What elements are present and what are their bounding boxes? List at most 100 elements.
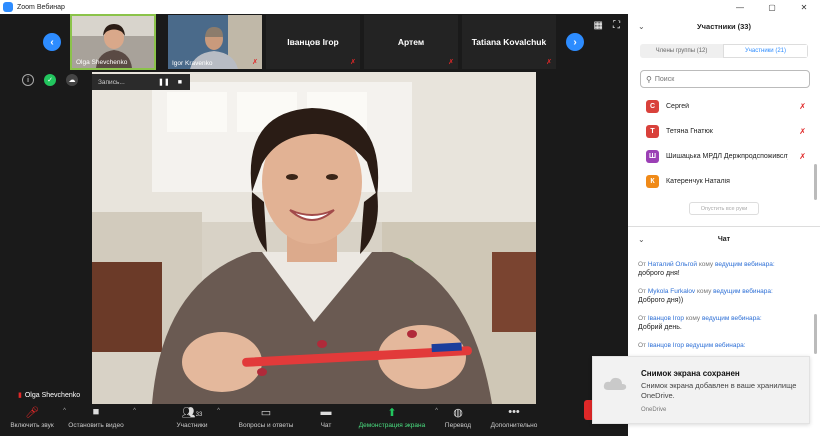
to-prefix: кому xyxy=(685,315,701,322)
prev-page-button[interactable]: ‹ xyxy=(43,33,61,51)
participant-list: С Сергей ✗ Т Тетяна Гнатюк ✗ Ш Шишацька … xyxy=(628,94,820,194)
notification-source: OneDrive xyxy=(641,407,667,413)
chat-title: Чат xyxy=(717,235,731,243)
onedrive-notification[interactable]: Снимок экрана сохранен Снимок экрана доб… xyxy=(592,356,810,424)
mic-muted-icon: ✗ xyxy=(448,59,454,66)
tab-panelists[interactable]: Члены группы (12) xyxy=(640,44,723,58)
to-prefix: кому xyxy=(698,261,714,268)
qa-button[interactable]: ▭ Вопросы и ответы xyxy=(234,406,298,429)
next-page-button[interactable]: › xyxy=(566,33,584,51)
stop-video-button[interactable]: ■ Остановить видео ^ xyxy=(64,406,136,429)
unmute-button[interactable]: 🎤︎ Включить звук ^ xyxy=(6,406,66,429)
sender[interactable]: Іванцов Ігор xyxy=(648,315,684,322)
thumb-artem[interactable]: Артем ✗ xyxy=(363,14,459,70)
signal-bars-icon: ▮ xyxy=(18,392,22,399)
thumb-name: Olga Shevchenko xyxy=(76,59,128,66)
participants-icon: 👥︎33 xyxy=(181,407,203,419)
chevron-up-icon[interactable]: ^ xyxy=(435,408,438,414)
chat-scrollbar[interactable] xyxy=(814,314,817,354)
chevron-up-icon[interactable]: ^ xyxy=(217,408,220,414)
mic-muted-icon: ✗ xyxy=(252,59,258,66)
view-controls: ▦ ⛶ xyxy=(594,20,620,31)
fullscreen-icon[interactable]: ⛶ xyxy=(613,20,620,31)
search-input[interactable] xyxy=(654,75,795,83)
interpretation-button[interactable]: ◍ Перевод xyxy=(442,406,474,429)
avatar: С xyxy=(646,100,659,113)
toolbar-label: Дополнительно xyxy=(490,422,538,429)
recipient: ведущим вебинара: xyxy=(713,288,773,295)
message-text: Добрий день. xyxy=(638,324,682,331)
thumb-label: Іванцов Ігор xyxy=(287,37,339,47)
chevron-up-icon[interactable]: ^ xyxy=(133,408,136,414)
participants-scrollbar[interactable] xyxy=(814,164,817,200)
thumb-name: Igor Kravenko xyxy=(172,60,213,67)
security-shield-icon[interactable]: ✓ xyxy=(44,74,56,86)
participant-tabs: Члены группы (12) Участники (21) xyxy=(640,44,808,58)
recording-label: Запись... xyxy=(98,78,125,86)
minimize-button[interactable]: — xyxy=(724,0,756,14)
participant-search: ⚲ xyxy=(640,70,810,88)
meeting-status-icons: i ✓ ☁ xyxy=(22,74,78,86)
meeting-toolbar: 🎤︎ Включить звук ^ ■ Остановить видео ^ … xyxy=(0,404,628,436)
mic-muted-icon: ✗ xyxy=(546,59,552,66)
more-button[interactable]: ••• Дополнительно xyxy=(486,406,542,429)
participants-title: Участники (33) xyxy=(697,21,751,31)
thumb-label: Tatiana Kovalchuk xyxy=(471,37,547,47)
settings-icon[interactable]: ☁ xyxy=(66,74,78,86)
chevron-down-icon[interactable]: ⌄ xyxy=(638,235,645,244)
tab-attendees[interactable]: Участники (21) xyxy=(723,44,808,58)
thumb-olga[interactable]: Olga Shevchenko xyxy=(70,14,156,70)
pause-recording-button[interactable]: ❚❚ xyxy=(158,78,170,86)
thumb-ivantsov[interactable]: Іванцов Ігор ✗ xyxy=(265,14,361,70)
mic-muted-icon[interactable]: ✗ xyxy=(799,152,806,161)
sender[interactable]: Наталий Ольгой xyxy=(648,261,697,268)
toolbar-label: Перевод xyxy=(444,422,472,429)
avatar: К xyxy=(646,175,659,188)
zoom-logo-icon xyxy=(3,2,13,12)
toolbar-label: Участники xyxy=(176,422,208,429)
participants-button[interactable]: 👥︎33 Участники ^ xyxy=(172,406,220,429)
title-bar: Zoom Вебинар — ▢ ✕ xyxy=(0,0,820,14)
main-video xyxy=(92,72,536,404)
video-camera-icon: ■ xyxy=(92,406,100,418)
globe-icon: ◍ xyxy=(453,407,463,419)
lower-all-hands-button[interactable]: Опустить все руки xyxy=(689,202,759,215)
participant-name: Катеренчук Наталія xyxy=(666,178,730,185)
thumbnail-strip: ‹ Olga Shevchenko Igor Kravenko ✗ Іванцо… xyxy=(0,14,628,70)
maximize-button[interactable]: ▢ xyxy=(756,0,788,14)
list-item[interactable]: С Сергей ✗ xyxy=(628,94,820,119)
thumb-tatiana[interactable]: Tatiana Kovalchuk ✗ xyxy=(461,14,557,70)
search-icon: ⚲ xyxy=(646,74,652,84)
toolbar-label: Демонстрация экрана xyxy=(358,422,426,429)
sender[interactable]: Mykola Furkalov xyxy=(648,288,695,295)
microphone-muted-icon: 🎤︎ xyxy=(25,407,39,419)
toolbar-label: Вопросы и ответы xyxy=(238,422,294,429)
gallery-view-icon[interactable]: ▦ xyxy=(594,20,603,31)
chat-button[interactable]: ▬ Чат xyxy=(316,406,336,429)
participants-count: 33 xyxy=(195,412,203,418)
mic-muted-icon[interactable]: ✗ xyxy=(799,102,806,111)
share-screen-icon: ⬆ xyxy=(387,407,397,419)
toolbar-label: Остановить видео xyxy=(68,422,124,429)
close-button[interactable]: ✕ xyxy=(788,0,820,14)
zoom-window: Zoom Вебинар — ▢ ✕ ‹ Olga Shevchenko Igo… xyxy=(0,0,820,436)
window-controls: — ▢ ✕ xyxy=(724,0,820,14)
thumb-igor[interactable]: Igor Kravenko ✗ xyxy=(167,14,263,70)
mic-muted-icon[interactable]: ✗ xyxy=(799,127,806,136)
share-screen-button[interactable]: ⬆ Демонстрация экрана ^ xyxy=(354,406,438,429)
stop-recording-button[interactable]: ■ xyxy=(178,79,182,86)
chevron-down-icon[interactable]: ⌄ xyxy=(638,22,645,31)
sender[interactable]: Іванцов Ігор xyxy=(648,342,684,349)
list-item[interactable]: Т Тетяна Гнатюк ✗ xyxy=(628,119,820,144)
list-item[interactable]: Ш Шишацька МРДЛ Держпродспоживслужби ✗ xyxy=(628,144,820,169)
chat-message: От Іванцов Ігор ведущим вебинара: xyxy=(638,341,810,350)
info-icon[interactable]: i xyxy=(22,74,34,86)
avatar: Ш xyxy=(646,150,659,163)
speaker-name-tag: ▮ Olga Shevchenko xyxy=(18,391,80,400)
recording-bar: Запись... ❚❚ ■ xyxy=(92,74,190,90)
list-item[interactable]: К Катеренчук Наталія xyxy=(628,169,820,194)
to-prefix: кому xyxy=(697,288,712,295)
mic-muted-icon: ✗ xyxy=(350,59,356,66)
toolbar-label: Включить звук xyxy=(10,422,54,429)
recipient: ведущим вебинара: xyxy=(702,315,762,322)
